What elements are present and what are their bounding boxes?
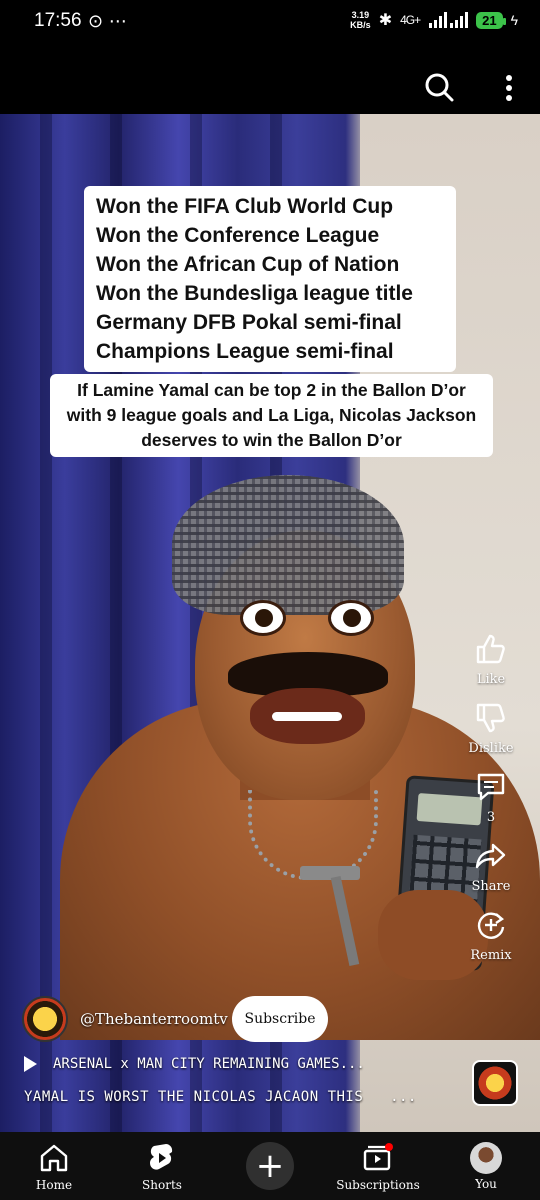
channel-row: @Thebanterroomtv [22,996,228,1042]
mouth [250,688,365,744]
bluetooth-icon: ✱ [378,12,393,29]
remix-label: Remix [470,948,512,963]
notification-icons: ⊙ ⋯ [88,11,127,32]
network-label: 4G+ [400,13,421,27]
action-rail: Like Dislike 3 Share Remix [456,632,526,977]
comment-icon [477,773,505,801]
music-title: ARSENAL x MAN CITY REMAINING GAMES... [53,1056,365,1072]
status-right-group: 3.19 KB/s ✱ 4G+ 21 ϟ [350,10,518,30]
status-bar: 17:56 ⊙ ⋯ 3.19 KB/s ✱ 4G+ 21 ϟ [0,0,540,48]
caption-line: Champions League semi-final [96,340,394,363]
thumbs-up-icon [476,634,505,664]
more-vert-icon[interactable] [504,74,514,102]
home-icon [40,1144,68,1171]
nav-you[interactable]: You [432,1132,540,1200]
curtain-fold [40,114,52,1132]
comments-count: 3 [486,810,496,825]
nav-shorts[interactable]: Shorts [108,1132,216,1200]
sound-thumbnail[interactable] [472,1060,518,1106]
share-button[interactable]: Share [471,839,511,894]
channel-name[interactable]: @Thebanterroomtv [80,1010,228,1028]
like-label: Like [476,672,506,687]
caption-line: Won the Conference League [96,224,380,247]
subscriptions-icon [363,1142,393,1170]
play-icon [24,1056,37,1072]
share-label: Share [471,879,511,894]
shorts-icon [150,1143,173,1170]
caption-line: Won the African Cup of Nation [96,253,400,276]
search-icon[interactable] [424,72,454,102]
nav-create[interactable]: + [216,1132,324,1200]
remix-icon [477,912,505,939]
like-button[interactable]: Like [474,632,508,687]
create-button[interactable]: + [246,1142,294,1190]
subscribe-button[interactable]: Subscribe [232,996,328,1042]
caption-line: Germany DFB Pokal semi-final [96,311,402,334]
nav-subscriptions-label: Subscriptions [336,1177,420,1192]
argument-caption: If Lamine Yamal can be top 2 in the Ball… [50,374,493,457]
nav-you-label: You [475,1176,497,1191]
video-description[interactable]: YAMAL IS WORST THE NICOLAS JACAON THIS .… [24,1089,417,1105]
thumbs-down-icon [476,703,505,733]
top-bar [0,48,540,114]
share-icon [475,843,506,869]
nav-shorts-label: Shorts [142,1177,182,1192]
nav-subscriptions[interactable]: Subscriptions [324,1132,432,1200]
channel-avatar[interactable] [22,996,68,1042]
nav-home-label: Home [35,1177,73,1192]
signal-icon [429,12,469,28]
status-time: 17:56 [34,10,82,31]
user-avatar [470,1141,502,1174]
comments-button[interactable]: 3 [474,770,508,825]
bottom-nav: Home Shorts + Subscriptions You [0,1132,540,1200]
dislike-button[interactable]: Dislike [468,701,514,756]
checkered-hat [172,475,404,615]
network-speed: 3.19 KB/s [350,10,371,30]
person-eye-left [240,600,286,636]
remix-button[interactable]: Remix [470,908,512,963]
battery-icon: 21 [476,11,506,29]
achievements-caption: Won the FIFA Club World Cup Won the Conf… [84,186,456,372]
music-row[interactable]: ARSENAL x MAN CITY REMAINING GAMES... [24,1056,365,1072]
dislike-label: Dislike [468,741,514,756]
caption-line: Won the FIFA Club World Cup [96,195,394,218]
person-eye-right [328,600,374,636]
caption-line: Won the Bundesliga league title [96,282,413,305]
charging-icon: ϟ [510,12,518,28]
nav-home[interactable]: Home [0,1132,108,1200]
